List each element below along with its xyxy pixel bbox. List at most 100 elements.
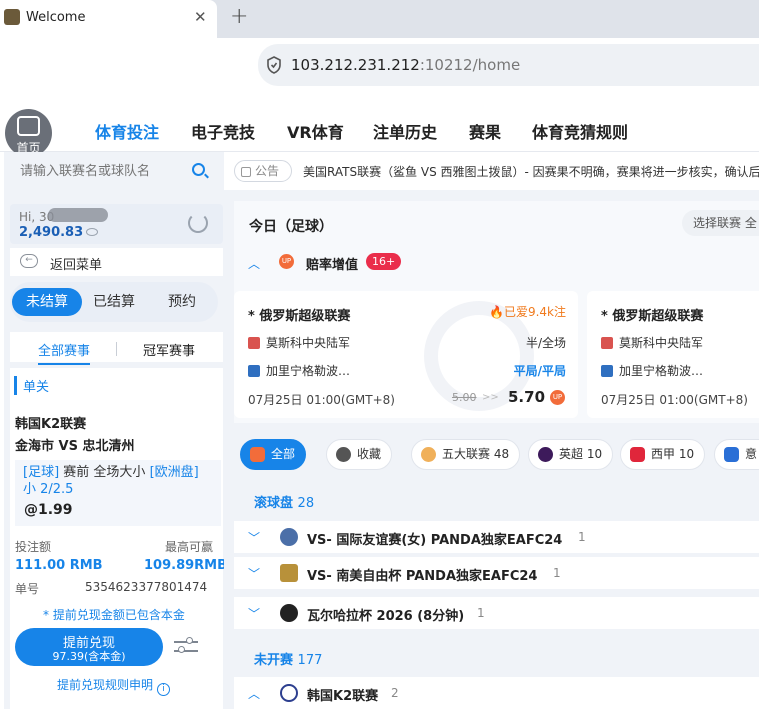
filter-all[interactable]: 全部 bbox=[240, 439, 307, 470]
back-to-menu[interactable]: ← 返回菜单 bbox=[10, 248, 223, 276]
chevron-up-icon: ︿ bbox=[248, 687, 261, 701]
masked-username bbox=[48, 208, 108, 222]
filter-premier-league[interactable]: 英超 10 bbox=[528, 439, 614, 470]
bet-status-tabs: 未结算 已结算 预约 bbox=[10, 282, 218, 322]
site-favicon-icon bbox=[4, 9, 20, 25]
notice-label[interactable]: 公告 bbox=[234, 160, 292, 182]
la-liga-icon bbox=[630, 447, 645, 462]
stake-label: 投注额 bbox=[15, 540, 52, 554]
star-icon bbox=[336, 447, 351, 462]
league-select-button[interactable]: 选择联赛 全 bbox=[682, 210, 759, 236]
league-row[interactable]: ﹀ VS- 国际友谊赛(女) PANDA独家EAFC24 1 bbox=[234, 521, 759, 553]
card-time: 07月25日 01:00(GMT+8) bbox=[248, 393, 395, 407]
card-home-team: 莫斯科中央陆军 bbox=[601, 334, 703, 351]
account-panel: Hi, 30 2,490.83 bbox=[10, 204, 223, 244]
search-bar bbox=[4, 152, 224, 190]
notice-text[interactable]: 美国RATS联赛（鲨鱼 VS 西雅图土拨鼠）- 因赛果不明确，赛果将进一步核实，… bbox=[303, 163, 759, 180]
close-tab-icon[interactable]: ✕ bbox=[194, 8, 207, 26]
live-count: 28 bbox=[297, 496, 315, 511]
odds-boost-count: 16+ bbox=[366, 253, 402, 270]
filter-laliga-count: 10 bbox=[678, 447, 695, 461]
address-bar[interactable]: 103.212.231.212:10212/home bbox=[258, 44, 759, 86]
league-row[interactable]: ﹀ VS- 南美自由杯 PANDA独家EAFC24 1 bbox=[234, 557, 759, 589]
league-row[interactable]: ﹀ 瓦尔哈拉杯 2026 (8分钟) 1 bbox=[234, 597, 759, 629]
site-header: 首页 体育投注 电子竞技 VR体育 注单历史 赛果 体育竞猜规则 bbox=[0, 106, 759, 157]
bet-odds-format: [欧洲盘] bbox=[149, 465, 199, 480]
cashout-rules-link[interactable]: 提前兑现规则申明 i bbox=[57, 676, 171, 696]
boost-match-card[interactable]: * 俄罗斯超级联赛 🔥已爱9.4k注 莫斯科中央陆军 加里宁格勒波… 半/全场 … bbox=[234, 291, 578, 418]
bet-selection: 小 2/2.5 bbox=[23, 482, 74, 497]
cashout-note: * 提前兑现金额已包含本金 bbox=[43, 608, 185, 622]
filter-top5-count: 48 bbox=[493, 447, 510, 461]
league-filter-row: 全部 收藏 五大联赛 48 英超 10 西甲 10 意 bbox=[234, 434, 759, 474]
chevron-down-icon: ﹀ bbox=[248, 607, 261, 621]
filter-serie-a[interactable]: 意 bbox=[714, 439, 759, 470]
nav-rules[interactable]: 体育竞猜规则 bbox=[532, 119, 628, 143]
boost-match-card[interactable]: * 俄罗斯超级联赛 莫斯科中央陆军 加里宁格勒波… 07月25日 01:00(G… bbox=[587, 291, 759, 418]
tab-reserved[interactable]: 预约 bbox=[156, 288, 208, 316]
odds-boost-row[interactable]: ︿ UP 赔率增值 16+ bbox=[234, 247, 759, 277]
site-info-icon[interactable] bbox=[266, 56, 282, 74]
league-name: 韩国K2联赛 bbox=[307, 689, 379, 704]
cashout-rules-label: 提前兑现规则申明 bbox=[57, 678, 154, 692]
order-label: 单号 bbox=[15, 582, 40, 596]
league-name: VS- 国际友谊赛(女) PANDA独家EAFC24 bbox=[307, 533, 563, 548]
upcoming-title-label: 未开赛 bbox=[254, 653, 294, 668]
league-count: 1 bbox=[553, 566, 561, 580]
league-count: 1 bbox=[477, 606, 485, 620]
filter-epl-count: 10 bbox=[586, 447, 603, 461]
search-input[interactable] bbox=[20, 160, 190, 182]
filter-top5[interactable]: 五大联赛 48 bbox=[411, 439, 521, 470]
team-crest-icon bbox=[248, 337, 260, 349]
card-time: 07月25日 01:00(GMT+8) bbox=[601, 393, 748, 407]
home-icon bbox=[17, 116, 40, 136]
bet-slip-card: 单关 韩国K2联赛 金海市 VS 忠北清州 [足球] 赛前 全场大小 [欧洲盘]… bbox=[10, 368, 227, 709]
cashout-button[interactable]: 提前兑现 97.39(含本金) bbox=[15, 628, 163, 666]
nav-bet-history[interactable]: 注单历史 bbox=[373, 119, 437, 143]
card-league: * 俄罗斯超级联赛 bbox=[248, 309, 351, 324]
home-button[interactable]: 首页 bbox=[5, 109, 52, 157]
tab-unsettled[interactable]: 未结算 bbox=[12, 288, 82, 316]
refresh-icon[interactable] bbox=[188, 213, 208, 233]
new-tab-button[interactable]: + bbox=[230, 4, 248, 29]
copa-libertadores-icon bbox=[280, 564, 298, 582]
card-home-name: 莫斯科中央陆军 bbox=[266, 336, 351, 350]
tab-all-events[interactable]: 全部赛事 bbox=[38, 340, 91, 365]
live-section-header[interactable]: 滚球盘 28 bbox=[234, 484, 759, 514]
serie-a-icon bbox=[724, 447, 739, 462]
nav-esports[interactable]: 电子竞技 bbox=[191, 119, 255, 143]
max-win-label: 最高可赢 bbox=[165, 540, 214, 554]
league-count: 1 bbox=[578, 530, 586, 544]
odds-boost-label: 赔率增值 bbox=[306, 258, 359, 273]
league-count: 2 bbox=[391, 686, 399, 700]
bet-type: 单关 bbox=[14, 376, 49, 395]
filter-favorites-label: 收藏 bbox=[357, 447, 382, 461]
bet-match: 金海市 VS 忠北清州 bbox=[15, 439, 135, 454]
filter-favorites[interactable]: 收藏 bbox=[326, 439, 393, 470]
upcoming-count: 177 bbox=[297, 653, 323, 668]
card-new-odds[interactable]: 5.70 bbox=[508, 388, 545, 406]
url-path: :10212/home bbox=[419, 56, 521, 74]
nav-vr-sports[interactable]: VR体育 bbox=[287, 119, 344, 143]
browser-tab-bar: Welcome ✕ + bbox=[0, 0, 759, 38]
eye-icon[interactable] bbox=[86, 228, 98, 236]
card-hot-count: 🔥已爱9.4k注 bbox=[489, 305, 566, 319]
league-name: VS- 南美自由杯 PANDA独家EAFC24 bbox=[307, 569, 538, 584]
tab-settled[interactable]: 已结算 bbox=[88, 288, 140, 316]
search-icon[interactable] bbox=[192, 163, 205, 176]
league-row[interactable]: ︿ 韩国K2联赛 2 bbox=[234, 677, 759, 709]
filter-laliga-label: 西甲 bbox=[651, 447, 676, 461]
k-league-icon bbox=[280, 684, 298, 702]
upcoming-section-header[interactable]: 未开赛 177 bbox=[234, 641, 759, 671]
slider-settings-icon[interactable] bbox=[174, 636, 198, 656]
order-number: 5354623377801474 bbox=[85, 580, 208, 594]
nav-results[interactable]: 赛果 bbox=[469, 119, 501, 143]
today-panel: 今日（足球） 选择联赛 全 ︿ UP 赔率增值 16+ * 俄罗斯超级联赛 🔥已… bbox=[234, 201, 759, 423]
valhalla-cup-icon bbox=[280, 604, 298, 622]
notice-bar: 公告 美国RATS联赛（鲨鱼 VS 西雅图土拨鼠）- 因赛果不明确，赛果将进一步… bbox=[224, 152, 759, 190]
tab-outright-events[interactable]: 冠军赛事 bbox=[143, 340, 195, 359]
filter-la-liga[interactable]: 西甲 10 bbox=[620, 439, 706, 470]
nav-sports-betting[interactable]: 体育投注 bbox=[95, 119, 159, 143]
browser-tab[interactable]: Welcome ✕ bbox=[0, 0, 217, 38]
card-market: 半/全场 bbox=[525, 336, 566, 350]
